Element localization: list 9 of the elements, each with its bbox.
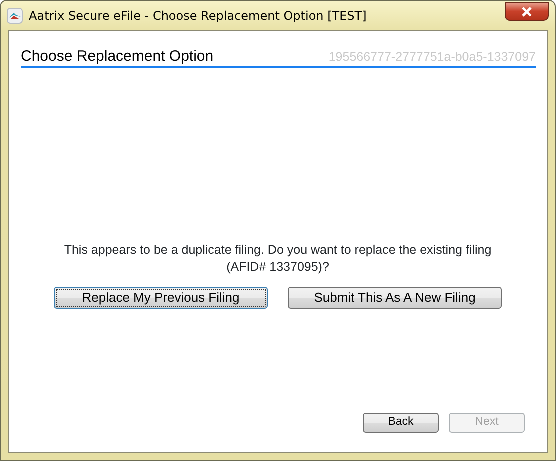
- close-button[interactable]: [505, 2, 549, 21]
- back-button[interactable]: Back: [363, 413, 439, 433]
- app-logo-icon: [7, 8, 23, 24]
- page-heading: Choose Replacement Option: [21, 48, 214, 66]
- new-filing-button[interactable]: Submit This As A New Filing: [288, 287, 502, 309]
- replace-button[interactable]: Replace My Previous Filing: [54, 287, 268, 309]
- close-icon: [521, 6, 533, 16]
- window-title: Aatrix Secure eFile - Choose Replacement Option [TEST]: [29, 8, 367, 24]
- message-text: This appears to be a duplicate filing. Do you want to replace the existing filing (AFID# 1337095)?: [63, 242, 493, 276]
